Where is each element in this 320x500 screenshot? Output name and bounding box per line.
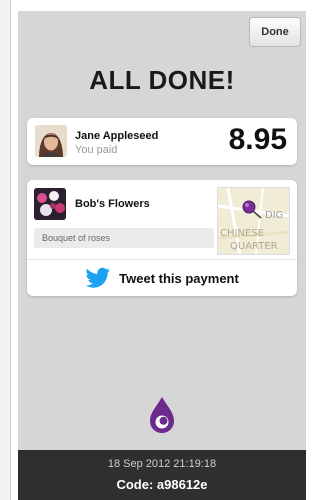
tweet-label: Tweet this payment [119, 270, 239, 286]
map-label-3: QUARTER [230, 241, 278, 252]
payment-card: Jane Appleseed You paid 8.95 [27, 118, 297, 165]
left-divider [10, 0, 11, 500]
merchant-thumbnail [34, 188, 66, 220]
receipt-footer: 18 Sep 2012 21:19:18 Code: a98612e [18, 450, 306, 500]
map-image: DIG CHINESE QUARTER [218, 188, 289, 254]
payer-name: Jane Appleseed [75, 130, 159, 142]
flowers-image [34, 188, 66, 220]
timestamp: 18 Sep 2012 21:19:18 [107, 458, 217, 470]
merchant-card: Bob's Flowers Bouquet of roses DIG CHINE… [27, 180, 297, 296]
left-frame [0, 0, 10, 500]
brand-logo [147, 395, 177, 435]
merchant-name: Bob's Flowers [75, 198, 150, 210]
tweet-payment-button[interactable]: Tweet this payment [27, 260, 297, 296]
done-button[interactable]: Done [249, 17, 301, 47]
avatar-image [35, 125, 67, 157]
payment-note: Bouquet of roses [34, 228, 214, 248]
purple-drop-logo [150, 397, 174, 433]
map-label-2: CHINESE [220, 228, 264, 239]
map-label-1: DIG [265, 210, 283, 221]
phone-screen: Done ALL DONE! Jane Appleseed You paid 8… [18, 11, 306, 500]
map-thumbnail[interactable]: DIG CHINESE QUARTER [217, 187, 290, 255]
payment-amount: 8.95 [228, 123, 287, 156]
avatar [35, 125, 67, 157]
page-title: ALL DONE! [89, 65, 235, 95]
payer-subtitle: You paid [75, 144, 118, 156]
twitter-bird-icon [85, 267, 111, 288]
confirmation-code: Code: a98612e [116, 477, 208, 492]
